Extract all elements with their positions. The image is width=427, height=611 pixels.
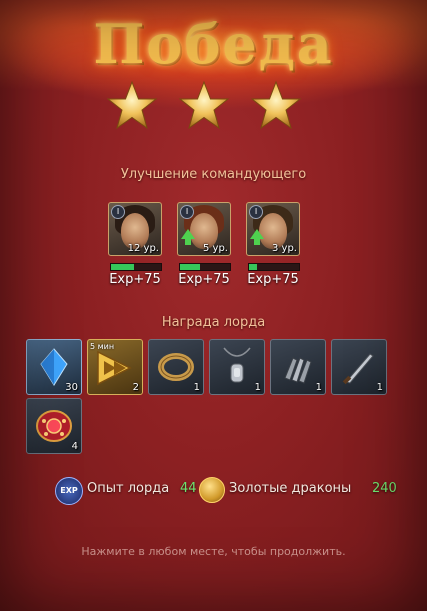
exp-progress-bar [110, 263, 162, 271]
commander-card[interactable]: I 3 ур. Exp+75 [246, 202, 302, 287]
commander-card[interactable]: I 5 ур. Exp+75 [177, 202, 233, 287]
commander-level: 12 ур. [127, 243, 159, 254]
exp-icon: EXP [55, 477, 83, 505]
amulet-icon [223, 347, 251, 383]
star-icon [106, 80, 158, 130]
reward-item[interactable]: 1 [148, 339, 204, 395]
continue-hint[interactable]: Нажмите в любом месте, чтобы продолжить. [0, 545, 427, 558]
item-count: 1 [254, 382, 261, 393]
commander-level: 5 ур. [203, 243, 228, 254]
lord-exp-value: 44 [180, 481, 197, 496]
reward-item[interactable]: 30 [26, 339, 82, 395]
exp-gain-label: Exp+75 [178, 272, 230, 287]
gauntlet-icon [284, 357, 312, 384]
rating-stars [0, 80, 427, 136]
level-up-arrow-icon [181, 229, 195, 245]
exp-progress-bar [248, 263, 300, 271]
commander-level: 3 ур. [272, 243, 297, 254]
reward-item[interactable]: 1 [331, 339, 387, 395]
commander-portrait: I 5 ур. [177, 202, 231, 256]
gold-dragons-label: Золотые драконы [229, 481, 352, 496]
reward-item[interactable]: 1 [209, 339, 265, 395]
level-up-arrow-icon [250, 229, 264, 245]
item-count: 4 [71, 441, 78, 452]
lord-reward-label: Награда лорда [161, 315, 266, 330]
rank-badge: I [111, 205, 125, 219]
commander-card[interactable]: I 12 ур. Exp+75 [108, 202, 164, 287]
lord-exp-label: Опыт лорда [87, 481, 170, 496]
speed-up-icon [97, 350, 132, 386]
dagger-icon [342, 353, 374, 385]
reward-item[interactable]: 1 [270, 339, 326, 395]
commander-portrait: I 3 ур. [246, 202, 300, 256]
red-brooch-icon [36, 410, 72, 442]
star-icon [178, 80, 230, 130]
item-count: 30 [65, 382, 78, 393]
victory-title: Победа [93, 12, 334, 76]
star-icon [250, 80, 302, 130]
exp-gain-label: Exp+75 [109, 272, 161, 287]
commander-portrait: I 12 ур. [108, 202, 162, 256]
rank-badge: I [180, 205, 194, 219]
commander-section-label: Улучшение командующего [120, 167, 307, 182]
item-count: 2 [132, 382, 139, 393]
reward-item[interactable]: 4 [26, 398, 82, 454]
gold-dragons-value: 240 [372, 481, 397, 496]
exp-progress-bar [179, 263, 231, 271]
item-count: 1 [315, 382, 322, 393]
item-count: 1 [376, 382, 383, 393]
rank-badge: I [249, 205, 263, 219]
blue-crystal-icon [40, 348, 68, 386]
ring-icon [158, 353, 194, 381]
reward-item[interactable]: 5 мин 2 [87, 339, 143, 395]
exp-gain-label: Exp+75 [247, 272, 299, 287]
gold-dragon-icon [199, 477, 225, 503]
item-count: 1 [193, 382, 200, 393]
